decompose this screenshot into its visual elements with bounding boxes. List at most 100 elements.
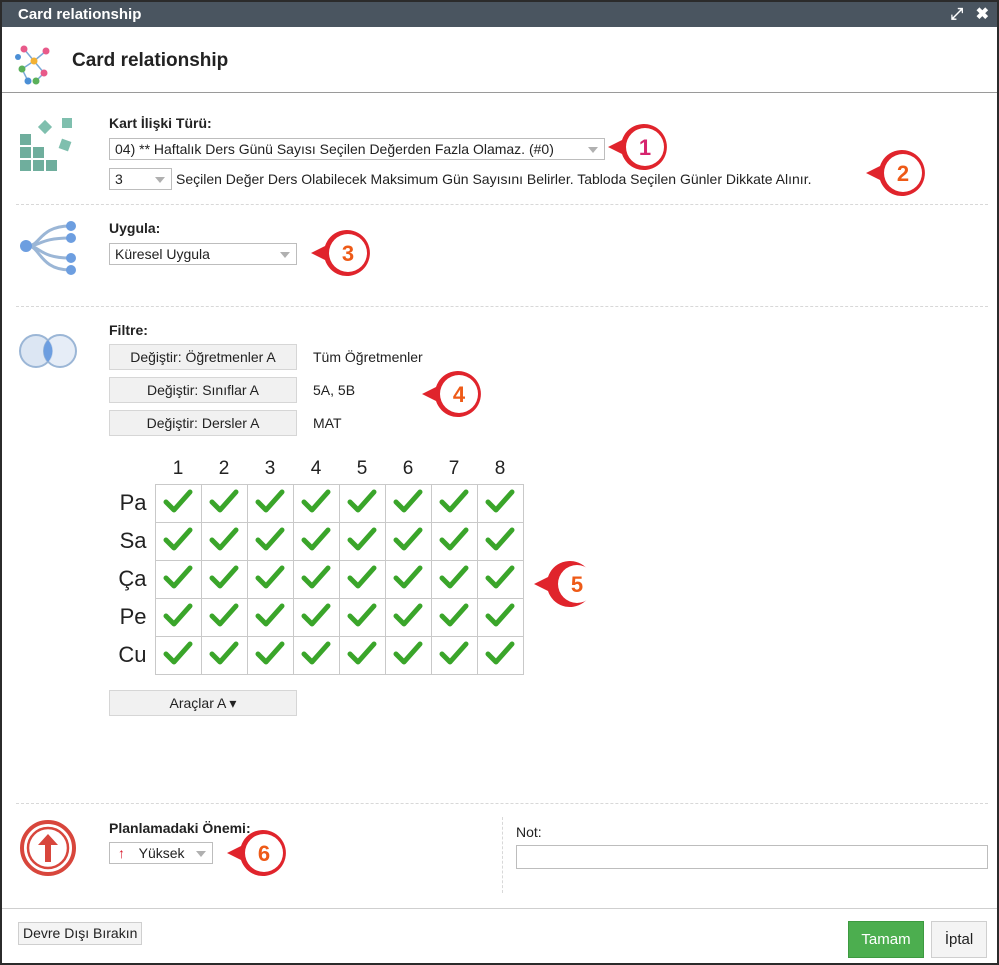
grid-cell[interactable]	[338, 521, 386, 561]
classes-filter-value: 5A, 5B	[313, 382, 356, 398]
venn-diagram-icon	[19, 334, 77, 368]
day-label: Pe	[119, 604, 147, 629]
checkmark-icon	[485, 489, 515, 512]
checkmark-icon	[439, 489, 469, 512]
checkmark-icon	[301, 603, 331, 626]
grid-cell[interactable]	[338, 483, 386, 523]
chevron-down-icon	[155, 177, 165, 183]
cancel-button[interactable]: İptal	[931, 921, 987, 958]
priority-select[interactable]: ↑ Yüksek	[109, 842, 213, 864]
change-classes-button[interactable]: Değiştir: Sınıflar A	[109, 377, 297, 403]
grid-cell[interactable]	[292, 559, 340, 599]
grid-cell[interactable]	[200, 483, 248, 523]
change-subjects-button[interactable]: Değiştir: Dersler A	[109, 410, 297, 436]
chevron-down-icon	[280, 252, 290, 258]
grid-cell[interactable]	[246, 559, 294, 599]
callout-number: 3	[342, 241, 354, 266]
grid-cell[interactable]	[384, 521, 432, 561]
grid-cell[interactable]	[476, 559, 524, 599]
grid-cell[interactable]	[200, 559, 248, 599]
grid-cell[interactable]	[200, 597, 248, 637]
grid-cell[interactable]	[246, 521, 294, 561]
grid-cell[interactable]	[476, 635, 524, 675]
disable-button[interactable]: Devre Dışı Bırakın	[18, 922, 143, 945]
checkmark-icon	[301, 527, 331, 550]
grid-cell[interactable]	[430, 521, 478, 561]
priority-up-icon	[20, 820, 76, 876]
grid-cell[interactable]	[292, 521, 340, 561]
checkmark-icon	[163, 603, 193, 626]
tools-button[interactable]: Araçlar A ▾	[109, 690, 297, 716]
dialog-header: Card relationship	[2, 27, 997, 93]
grid-cell[interactable]	[476, 483, 524, 523]
callout-number: 4	[453, 382, 466, 407]
grid-cell[interactable]	[292, 597, 340, 637]
checkmark-icon	[439, 565, 469, 588]
grid-cell[interactable]	[476, 597, 524, 637]
filter-label: Filtre:	[109, 322, 148, 338]
grid-cell[interactable]	[384, 597, 432, 637]
callout-marker-6: 6	[227, 830, 286, 876]
checkmark-icon	[393, 527, 423, 550]
grid-cell[interactable]	[384, 559, 432, 599]
grid-cell[interactable]	[430, 559, 478, 599]
grid-cell[interactable]	[200, 521, 248, 561]
day-label: Pa	[119, 490, 147, 515]
grid-row: Pa	[109, 483, 524, 523]
dialog-heading: Card relationship	[72, 50, 229, 71]
checkmark-icon	[301, 565, 331, 588]
checkmark-icon	[439, 641, 469, 664]
grid-cell[interactable]	[246, 635, 294, 675]
grid-cell[interactable]	[338, 635, 386, 675]
checkmark-icon	[347, 527, 377, 550]
grid-cell[interactable]	[338, 597, 386, 637]
day-label: Ça	[118, 566, 147, 591]
card-relationship-dialog: Card relationship ⤢ ✖ Card relationship	[0, 0, 999, 965]
grid-cell[interactable]	[246, 483, 294, 523]
checkmark-icon	[485, 527, 515, 550]
tree-branches-icon	[20, 221, 76, 275]
grid-cell[interactable]	[154, 483, 202, 523]
grid-cell[interactable]	[384, 483, 432, 523]
grid-cell[interactable]	[154, 635, 202, 675]
apply-select[interactable]: Küresel Uygula	[109, 243, 297, 265]
priority-value: Yüksek	[138, 845, 185, 861]
checkmark-icon	[393, 565, 423, 588]
grid-cell[interactable]	[476, 521, 524, 561]
checkmark-icon	[301, 641, 331, 664]
callout-marker-2: 2	[866, 150, 925, 196]
grid-cell[interactable]	[430, 597, 478, 637]
checkmark-icon	[163, 489, 193, 512]
vertical-divider	[502, 817, 503, 893]
grid-cell[interactable]	[430, 483, 478, 523]
note-input[interactable]	[516, 845, 988, 869]
close-icon[interactable]: ✖	[976, 6, 989, 23]
grid-cell[interactable]	[154, 597, 202, 637]
grid-row: Pe	[109, 597, 524, 637]
grid-cell[interactable]	[292, 635, 340, 675]
expand-icon[interactable]: ⤢	[950, 6, 963, 23]
grid-cell[interactable]	[200, 635, 248, 675]
checkmark-icon	[209, 527, 239, 550]
period-header: 8	[494, 457, 506, 479]
grid-cell[interactable]	[384, 635, 432, 675]
divider	[16, 204, 988, 205]
divider	[16, 803, 988, 804]
window-title: Card relationship	[18, 6, 142, 23]
grid-cell[interactable]	[246, 597, 294, 637]
grid-corner	[109, 454, 155, 484]
period-header: 7	[448, 457, 460, 479]
max-days-select[interactable]: 3	[109, 168, 172, 190]
grid-row: Sa	[109, 521, 524, 561]
checkmark-icon	[255, 527, 285, 550]
grid-cell[interactable]	[154, 521, 202, 561]
relation-type-select[interactable]: 04) ** Haftalık Ders Günü Sayısı Seçilen…	[109, 138, 605, 160]
ok-button[interactable]: Tamam	[848, 921, 924, 958]
chevron-down-icon	[196, 851, 206, 857]
grid-cell[interactable]	[292, 483, 340, 523]
checkmark-icon	[347, 565, 377, 588]
grid-cell[interactable]	[430, 635, 478, 675]
change-teachers-button[interactable]: Değiştir: Öğretmenler A	[109, 344, 297, 370]
grid-cell[interactable]	[154, 559, 202, 599]
grid-cell[interactable]	[338, 559, 386, 599]
